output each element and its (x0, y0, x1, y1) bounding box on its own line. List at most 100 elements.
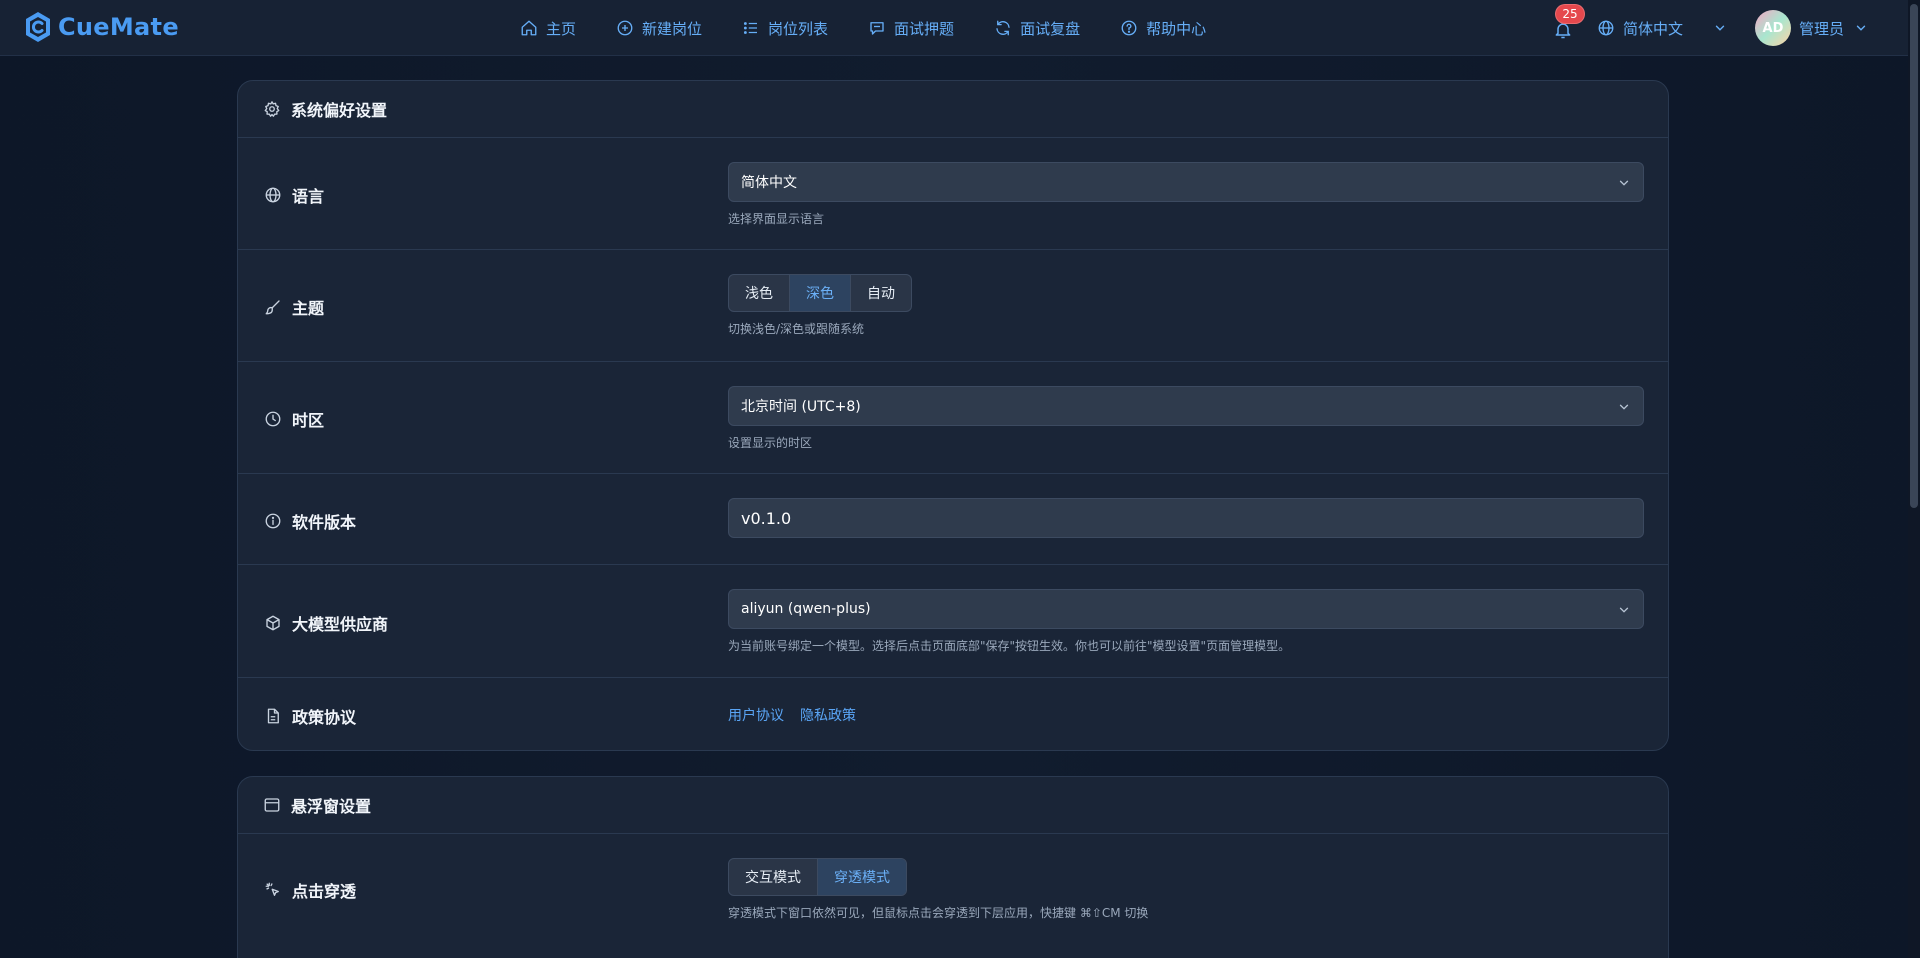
window-icon (264, 798, 280, 812)
clock-icon (265, 411, 281, 427)
timezone-control: 北京时间 (UTC+8) 设置显示的时区 (728, 386, 1644, 451)
main-nav: 主页 新建岗位 岗位列表 面试押题 面试复盘 帮助中心 (520, 0, 1246, 56)
chevron-down-icon (1856, 25, 1866, 31)
system-preferences-card: 系统偏好设置 语言 简体中文 选择界面显示语言 主题 浅色 深色 自动 切换浅色… (237, 80, 1669, 751)
click-through-label: 点击穿透 (264, 878, 356, 902)
help-icon (1121, 20, 1137, 36)
llm-provider-label-text: 大模型供应商 (292, 615, 389, 634)
llm-provider-label: 大模型供应商 (264, 611, 388, 635)
nav-interview-questions[interactable]: 面试押题 (868, 18, 954, 39)
home-icon (521, 20, 537, 36)
avatar: AD (1754, 10, 1791, 46)
nav-new-position-label: 新建岗位 (642, 19, 703, 38)
nav-home[interactable]: 主页 (520, 18, 576, 39)
language-switcher-label: 简体中文 (1622, 19, 1683, 38)
timezone-select[interactable]: 北京时间 (UTC+8) (728, 386, 1644, 426)
theme-hint: 切换浅色/深色或跟随系统 (728, 322, 865, 336)
policy-row: 政策协议 用户协议 隐私政策 (238, 678, 1668, 750)
nav-interview-review-label: 面试复盘 (1020, 19, 1081, 38)
version-label-text: 软件版本 (292, 513, 357, 532)
theme-label: 主题 (264, 295, 324, 319)
policy-label-text: 政策协议 (292, 708, 357, 727)
scrollbar-thumb[interactable] (1910, 4, 1918, 508)
app-logo[interactable]: CueMate (24, 11, 179, 43)
chevron-down-icon (1619, 404, 1629, 410)
click-through-hint: 穿透模式下窗口依然可见，但鼠标点击会穿透到下层应用，快捷键 ⌘⇧CM 切换 (728, 906, 1149, 920)
nav-home-label: 主页 (546, 19, 577, 38)
language-row: 语言 简体中文 选择界面显示语言 (238, 138, 1668, 250)
language-label-text: 语言 (292, 187, 325, 206)
user-menu[interactable]: AD 管理员 (1754, 10, 1868, 46)
nav-position-list[interactable]: 岗位列表 (742, 18, 828, 39)
llm-provider-select-value: aliyun (qwen-plus) (741, 601, 871, 617)
nav-new-position[interactable]: 新建岗位 (616, 18, 702, 39)
theme-row: 主题 浅色 深色 自动 切换浅色/深色或跟随系统 (238, 250, 1668, 362)
floating-window-title: 悬浮窗设置 (291, 797, 372, 816)
timezone-hint: 设置显示的时区 (728, 436, 813, 450)
theme-control: 浅色 深色 自动 切换浅色/深色或跟随系统 (728, 274, 1644, 337)
language-label: 语言 (264, 183, 324, 207)
notification-badge: 25 (1554, 4, 1585, 24)
policy-label: 政策协议 (264, 704, 356, 728)
chat-icon (870, 22, 884, 35)
language-control: 简体中文 选择界面显示语言 (728, 162, 1644, 227)
nav-interview-review[interactable]: 面试复盘 (994, 18, 1080, 39)
llm-provider-row: 大模型供应商 aliyun (qwen-plus) 为当前账号绑定一个模型。选择… (238, 565, 1668, 678)
pointer-click-icon (265, 882, 279, 896)
nav-position-list-label: 岗位列表 (768, 19, 829, 38)
globe-icon (265, 187, 281, 203)
click-through-label-text: 点击穿透 (292, 882, 357, 901)
privacy-policy-link[interactable]: 隐私政策 (800, 705, 856, 725)
refresh-icon (996, 20, 1010, 36)
top-navbar: CueMate 主页 新建岗位 岗位列表 面试押题 面试复盘 帮助中心 25 简… (0, 0, 1908, 56)
notifications-button[interactable]: 25 (1551, 4, 1585, 40)
timezone-label: 时区 (264, 407, 324, 431)
list-icon (743, 22, 758, 34)
chevron-down-icon (1619, 180, 1629, 186)
theme-light-option[interactable]: 浅色 (729, 275, 790, 311)
version-control: v0.1.0 (728, 498, 1644, 538)
chevron-down-icon (1619, 607, 1629, 613)
nav-help-center-label: 帮助中心 (1146, 19, 1207, 38)
click-through-control: 交互模式 穿透模式 穿透模式下窗口依然可见，但鼠标点击会穿透到下层应用，快捷键 … (728, 858, 1644, 921)
version-field: v0.1.0 (728, 498, 1644, 538)
document-icon (267, 708, 279, 724)
info-icon (265, 513, 281, 529)
version-value: v0.1.0 (741, 508, 792, 528)
plus-circle-icon (617, 20, 633, 36)
language-hint: 选择界面显示语言 (728, 212, 825, 226)
header-actions: 25 简体中文 AD 管理员 (1551, 0, 1868, 56)
click-through-row: 点击穿透 交互模式 穿透模式 穿透模式下窗口依然可见，但鼠标点击会穿透到下层应用… (238, 834, 1668, 946)
policy-links: 用户协议 隐私政策 (728, 705, 1644, 725)
gear-icon (264, 101, 280, 117)
logo-icon (26, 12, 50, 42)
nav-interview-questions-label: 面试押题 (894, 19, 955, 38)
nav-help-center[interactable]: 帮助中心 (1120, 18, 1206, 39)
floating-window-header: 悬浮窗设置 (238, 777, 1668, 834)
timezone-select-value: 北京时间 (UTC+8) (741, 399, 861, 415)
globe-icon (1598, 20, 1614, 36)
chevron-down-icon (1715, 25, 1725, 31)
llm-provider-control: aliyun (qwen-plus) 为当前账号绑定一个模型。选择后点击页面底部… (728, 589, 1644, 654)
language-switcher[interactable]: 简体中文 (1597, 18, 1727, 39)
theme-dark-option[interactable]: 深色 (790, 275, 851, 311)
theme-label-text: 主题 (292, 299, 325, 318)
user-agreement-link[interactable]: 用户协议 (728, 705, 784, 725)
llm-provider-hint: 为当前账号绑定一个模型。选择后点击页面底部"保存"按钮生效。你也可以前往"模型设… (728, 639, 1291, 653)
page-scrollbar[interactable] (1908, 0, 1920, 958)
language-select[interactable]: 简体中文 (728, 162, 1644, 202)
passthrough-mode-option[interactable]: 穿透模式 (818, 859, 906, 895)
floating-window-card: 悬浮窗设置 点击穿透 交互模式 穿透模式 穿透模式下窗口依然可见，但鼠标点击会穿… (237, 776, 1669, 958)
interactive-mode-option[interactable]: 交互模式 (729, 859, 818, 895)
cube-icon (266, 615, 280, 631)
click-through-segmented-control: 交互模式 穿透模式 (728, 858, 907, 896)
theme-auto-option[interactable]: 自动 (851, 275, 911, 311)
version-label: 软件版本 (264, 509, 356, 533)
system-preferences-title: 系统偏好设置 (291, 101, 388, 120)
user-name: 管理员 (1798, 19, 1844, 38)
llm-provider-select[interactable]: aliyun (qwen-plus) (728, 589, 1644, 629)
timezone-label-text: 时区 (292, 411, 325, 430)
system-preferences-header: 系统偏好设置 (238, 81, 1668, 138)
app-name: CueMate (58, 13, 179, 41)
timezone-row: 时区 北京时间 (UTC+8) 设置显示的时区 (238, 362, 1668, 474)
